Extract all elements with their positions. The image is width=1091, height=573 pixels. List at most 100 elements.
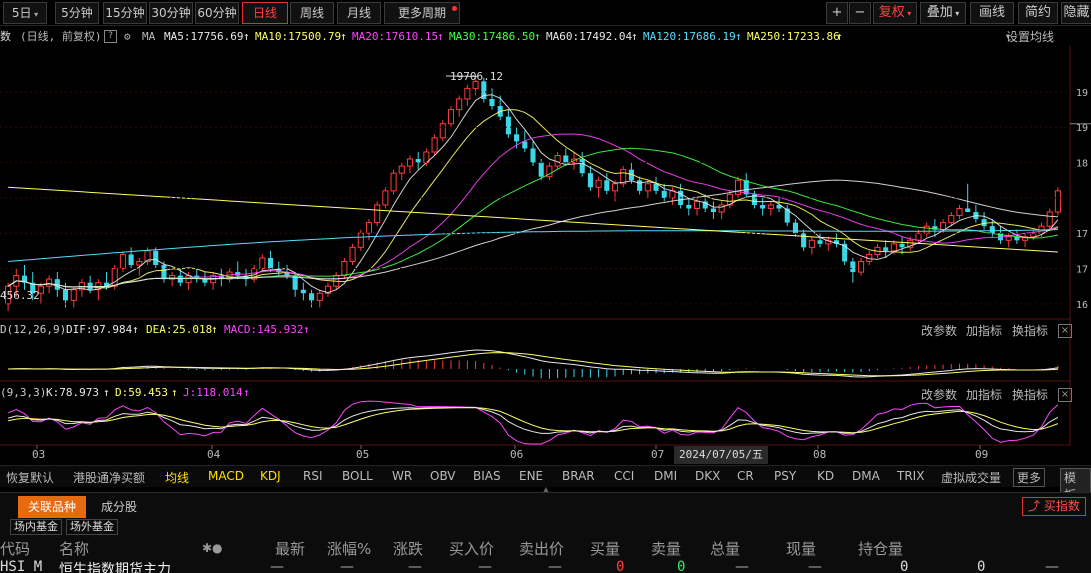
tab-boll[interactable]: BOLL xyxy=(342,469,373,483)
candle xyxy=(760,197,766,216)
row-bid-qty: 0 xyxy=(616,559,625,573)
candle-body xyxy=(456,98,463,111)
tab-components[interactable]: 成分股 xyxy=(92,496,146,518)
candle-body xyxy=(398,165,405,174)
subtab-onexchange-fund[interactable]: 场内基金 xyxy=(10,519,62,535)
candle-body xyxy=(268,257,274,269)
tab-ene[interactable]: ENE xyxy=(519,469,543,483)
col-volume[interactable]: 总量 xyxy=(710,538,740,559)
macd-switch-indicator[interactable]: 换指标 xyxy=(1012,322,1048,339)
col-ask[interactable]: 卖出价 xyxy=(519,538,564,559)
col-open-interest[interactable]: 持仓量 xyxy=(858,538,903,559)
tab-kd[interactable]: KD xyxy=(817,469,834,483)
col-bid-qty[interactable]: 买量 xyxy=(590,538,620,559)
kdj-add-indicator[interactable]: 加指标 xyxy=(966,386,1002,403)
candle xyxy=(883,240,889,258)
indicator-tab-strip: 恢复默认 港股通净买额 均线 MACD KDJ RSI BOLL WR OBV … xyxy=(0,465,1091,504)
up-arrow-icon: ↑ xyxy=(132,323,139,336)
col-code[interactable]: 代码 xyxy=(0,538,30,559)
candle-body xyxy=(808,239,815,248)
candle-body xyxy=(956,207,963,217)
buy-index-button[interactable]: ⤴ 买指数 xyxy=(1022,497,1086,516)
candle xyxy=(644,180,651,198)
d-value: D:59.453 xyxy=(115,386,168,399)
tab-brar[interactable]: BRAR xyxy=(562,469,595,483)
tab-macd[interactable]: MACD xyxy=(208,469,244,483)
candle xyxy=(300,282,306,301)
restore-default-tab[interactable]: 恢复默认 xyxy=(6,469,54,486)
candle xyxy=(825,236,832,251)
tab-bias[interactable]: BIAS xyxy=(473,469,501,483)
candle xyxy=(808,236,815,255)
subtab-offexchange-fund[interactable]: 场外基金 xyxy=(66,519,118,535)
tab-cci[interactable]: CCI xyxy=(614,469,634,483)
candle xyxy=(842,240,848,266)
candle-body xyxy=(915,232,922,241)
y-tick-label: 16 xyxy=(1076,300,1088,311)
candle xyxy=(1022,233,1029,248)
tab-virtual-volume[interactable]: 虚拟成交量 xyxy=(941,469,1001,486)
tab-dkx[interactable]: DKX xyxy=(695,469,720,483)
col-change[interactable]: 涨跌 xyxy=(393,538,423,559)
candle-body xyxy=(161,265,167,280)
tab-kdj[interactable]: KDJ xyxy=(260,469,281,483)
row-extra: 0 xyxy=(977,559,986,573)
tab-related[interactable]: 关联品种 xyxy=(18,496,86,518)
candle-body xyxy=(300,289,306,294)
kdj-edit-params[interactable]: 改参数 xyxy=(921,386,957,403)
macd-edit-params[interactable]: 改参数 xyxy=(921,322,957,339)
tab-dmi[interactable]: DMI xyxy=(654,469,677,483)
candle-body xyxy=(965,208,971,213)
candle-body xyxy=(579,159,585,174)
up-arrow-icon: ↑ xyxy=(211,323,218,336)
candle xyxy=(398,162,405,181)
candle xyxy=(1054,187,1061,216)
candle xyxy=(850,257,856,283)
close-icon[interactable]: × xyxy=(1058,388,1072,402)
macd-add-indicator[interactable]: 加指标 xyxy=(966,322,1002,339)
col-change-pct[interactable]: 涨幅% xyxy=(327,538,371,559)
tab-ma[interactable]: 均线 xyxy=(165,469,189,486)
candle-body xyxy=(431,137,438,153)
tab-dma[interactable]: DMA xyxy=(852,469,880,483)
j-line xyxy=(7,400,1059,445)
candle xyxy=(792,219,798,237)
candle xyxy=(1030,229,1037,241)
tab-trix[interactable]: TRIX xyxy=(897,469,924,483)
candle-body xyxy=(46,278,53,287)
candle-body xyxy=(858,260,865,273)
star-dot-icon[interactable]: ✱● xyxy=(202,541,223,555)
more-indicators-button[interactable]: 更多 xyxy=(1013,468,1046,487)
candle-body xyxy=(850,261,856,273)
tab-cr[interactable]: CR xyxy=(737,469,754,483)
candle-body xyxy=(128,254,134,266)
tab-wr[interactable]: WR xyxy=(392,469,412,483)
col-ask-qty[interactable]: 卖量 xyxy=(651,538,681,559)
candle-body xyxy=(637,180,643,191)
tab-obv[interactable]: OBV xyxy=(430,469,456,483)
candle xyxy=(767,201,774,216)
tab-rsi[interactable]: RSI xyxy=(303,469,323,483)
close-icon[interactable]: × xyxy=(1058,324,1072,338)
row-name[interactable]: 恒生指数期货主力 xyxy=(59,559,171,573)
col-bid[interactable]: 买入价 xyxy=(449,538,494,559)
up-arrow-icon: ↑ xyxy=(303,323,310,336)
kdj-pane xyxy=(7,400,1059,445)
tab-hk-connect[interactable]: 港股通净买额 xyxy=(73,469,145,486)
candle xyxy=(349,243,356,266)
candle-body xyxy=(686,204,692,209)
kdj-switch-indicator[interactable]: 换指标 xyxy=(1012,386,1048,403)
candle-body xyxy=(817,240,823,244)
candle xyxy=(259,254,266,273)
col-cur-volume[interactable]: 现量 xyxy=(786,538,816,559)
col-name[interactable]: 名称 xyxy=(59,538,89,559)
candle-body xyxy=(259,257,266,270)
candle xyxy=(726,190,733,209)
col-latest[interactable]: 最新 xyxy=(275,538,305,559)
row-extra-dash: — xyxy=(1045,559,1059,573)
candle-body xyxy=(948,215,955,224)
kdj-title: (9,3,3) xyxy=(0,386,47,399)
row-volume: — xyxy=(735,559,749,573)
row-code[interactable]: HSI_M xyxy=(0,559,42,573)
tab-psy[interactable]: PSY xyxy=(774,469,796,483)
